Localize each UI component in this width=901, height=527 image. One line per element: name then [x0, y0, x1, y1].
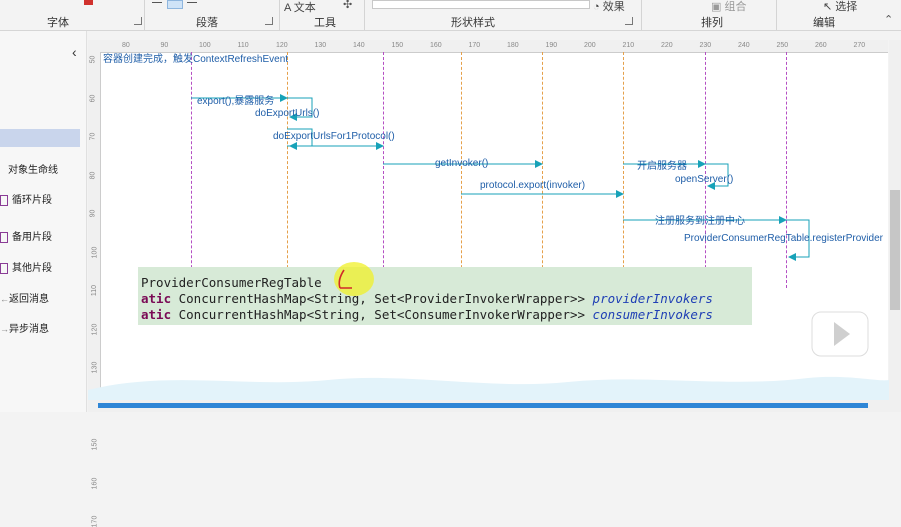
message-label[interactable]: doExportUrlsFor1Protocol() [273, 131, 395, 142]
wave-decoration [88, 376, 889, 402]
keyword: atic [141, 291, 172, 306]
pen-mark-icon [338, 269, 352, 289]
code-line-2: atic ConcurrentHashMap<String, Set<Provi… [141, 291, 713, 306]
code-line-1: ProviderConsumerRegTable [141, 275, 322, 290]
field-name: providerInvokers [592, 291, 713, 306]
message-label[interactable]: openServer() [675, 174, 733, 185]
top-cut-message[interactable]: 容器创建完成，触发ContextRefreshEvent [103, 50, 288, 65]
message-label[interactable]: protocol.export(invoker) [480, 180, 585, 191]
vertical-scroll-thumb[interactable] [890, 190, 900, 310]
horizontal-scroll-thumb[interactable] [98, 403, 868, 408]
message-label[interactable]: 注册服务到注册中心 [655, 212, 745, 227]
type-text: ConcurrentHashMap<String, Set<ProviderIn… [171, 291, 593, 306]
keyword: atic [141, 307, 172, 322]
ruler-tick: 160 [91, 477, 99, 489]
message-label[interactable]: ProviderConsumerRegTable.registerProvide… [684, 233, 883, 244]
horizontal-scrollbar[interactable] [88, 400, 901, 412]
field-name: consumerInvokers [592, 307, 713, 322]
message-label[interactable]: 开启服务器 [637, 157, 687, 172]
type-text: ConcurrentHashMap<String, Set<ConsumerIn… [171, 307, 593, 322]
video-play-icon [811, 311, 869, 357]
code-line-3: atic ConcurrentHashMap<String, Set<Consu… [141, 307, 713, 322]
message-label[interactable]: getInvoker() [435, 158, 488, 169]
code-overlay: ProviderConsumerRegTable atic Concurrent… [138, 267, 752, 325]
message-label[interactable]: export(),暴露服务 [197, 92, 274, 107]
ruler-tick: 170 [91, 515, 99, 527]
message-label[interactable]: doExportUrls() [255, 108, 319, 119]
ruler-tick: 150 [91, 438, 99, 451]
vertical-scrollbar[interactable] [889, 40, 901, 400]
